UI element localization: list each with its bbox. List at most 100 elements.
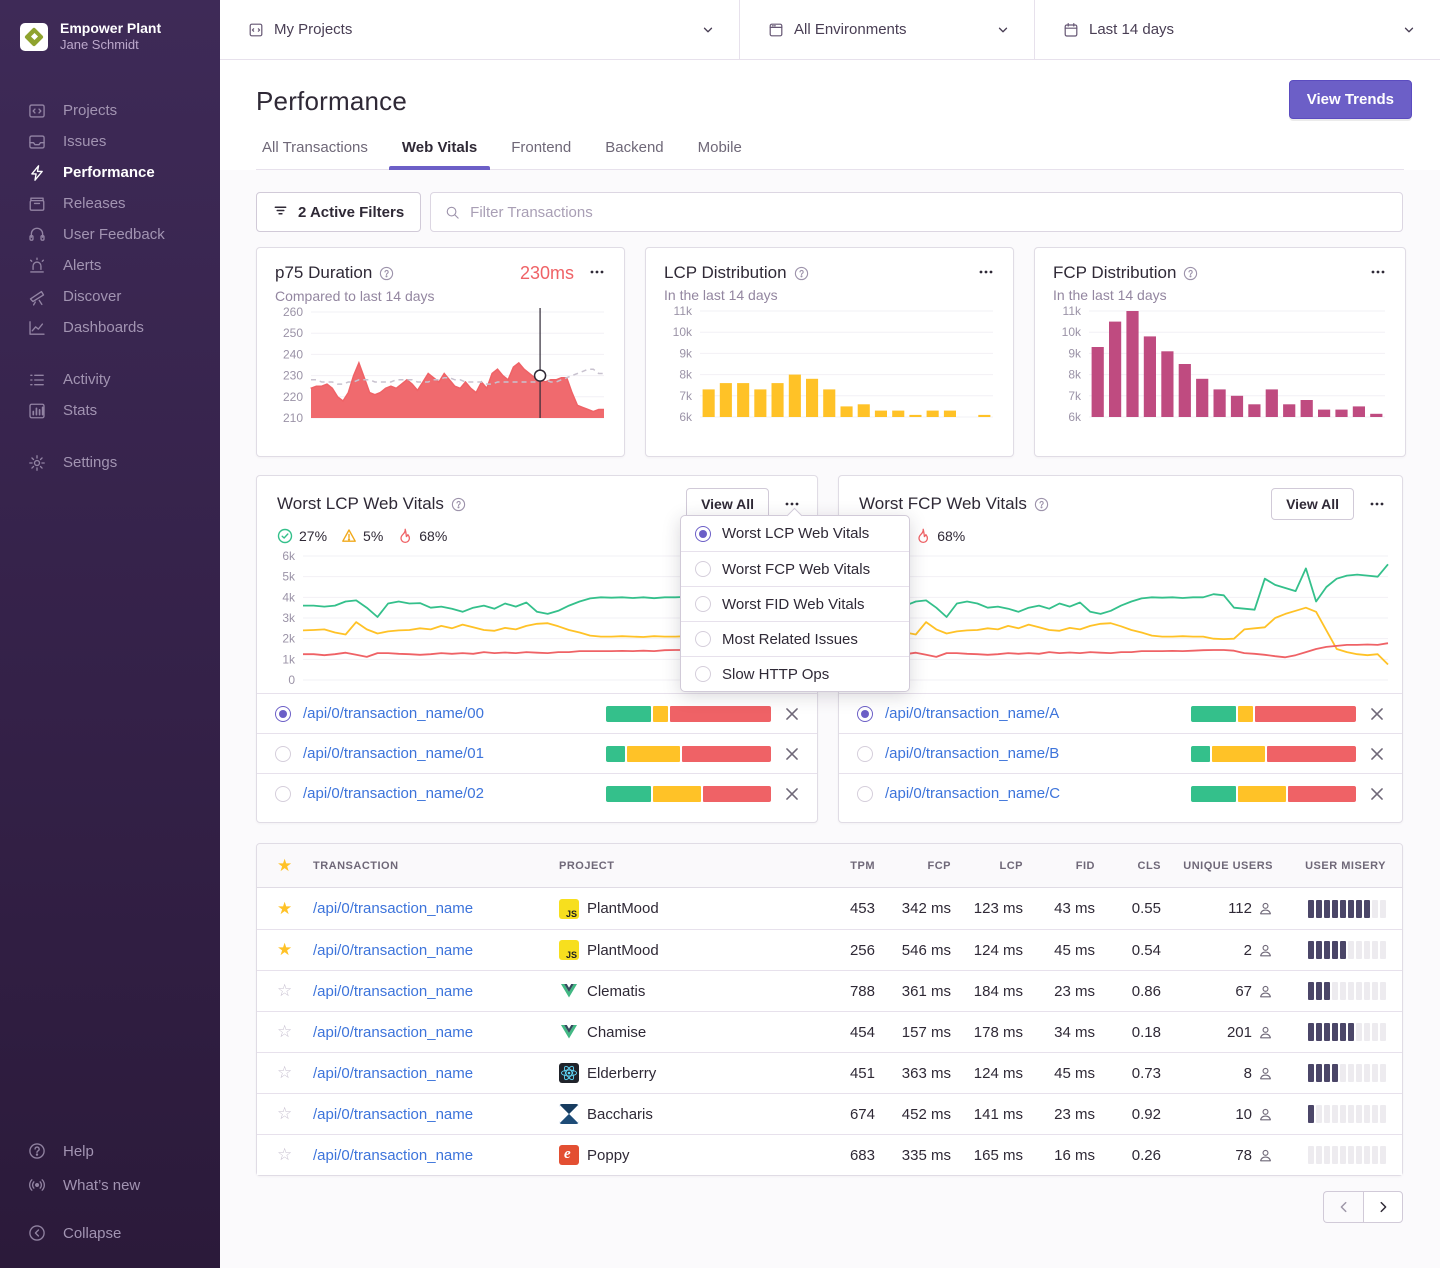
star-toggle[interactable]: ★: [269, 899, 292, 918]
column-header-user-misery[interactable]: USER MISERY: [1273, 860, 1386, 872]
dropdown-option-worst-lcp-web-vitals[interactable]: Worst LCP Web Vitals: [681, 516, 909, 551]
sidebar-item-user-feedback[interactable]: User Feedback: [0, 219, 220, 250]
dropdown-option-slow-http-ops[interactable]: Slow HTTP Ops: [681, 656, 909, 691]
transaction-link[interactable]: /api/0/transaction_name/00: [303, 705, 594, 722]
column-header-tpm[interactable]: TPM: [809, 860, 875, 872]
transaction-link[interactable]: /api/0/transaction_name: [313, 1024, 559, 1041]
next-page-button[interactable]: [1363, 1191, 1403, 1223]
close-icon[interactable]: [783, 705, 801, 723]
dropdown-option-worst-fid-web-vitals[interactable]: Worst FID Web Vitals: [681, 586, 909, 621]
star-toggle[interactable]: ★: [269, 940, 292, 959]
transaction-link[interactable]: /api/0/transaction_name/B: [885, 745, 1179, 762]
project-cell[interactable]: Baccharis: [559, 1104, 809, 1124]
tab-backend[interactable]: Backend: [592, 139, 676, 169]
view-all-button[interactable]: View All: [1271, 488, 1354, 520]
dropdown-option-worst-fcp-web-vitals[interactable]: Worst FCP Web Vitals: [681, 551, 909, 586]
tab-frontend[interactable]: Frontend: [498, 139, 584, 169]
ellipsis-menu-button[interactable]: [977, 263, 995, 281]
star-toggle[interactable]: ☆: [269, 1022, 292, 1041]
tab-mobile[interactable]: Mobile: [685, 139, 755, 169]
close-icon[interactable]: [1368, 785, 1386, 803]
star-toggle[interactable]: ☆: [269, 1104, 292, 1123]
option-radio[interactable]: [695, 561, 711, 577]
star-toggle[interactable]: ☆: [269, 1145, 292, 1164]
ellipsis-menu-button[interactable]: [588, 263, 606, 281]
transaction-link[interactable]: /api/0/transaction_name/02: [303, 785, 594, 802]
sidebar-item-help[interactable]: Help: [0, 1134, 220, 1168]
help-icon[interactable]: [1183, 266, 1198, 281]
sidebar-item-what-s-new[interactable]: What’s new: [0, 1168, 220, 1202]
tab-all-transactions[interactable]: All Transactions: [256, 139, 381, 169]
project-cell[interactable]: Chamise: [559, 1022, 809, 1042]
sidebar-item-projects[interactable]: Projects: [0, 95, 220, 126]
transaction-radio[interactable]: [857, 746, 873, 762]
transaction-link[interactable]: /api/0/transaction_name/A: [885, 705, 1179, 722]
transaction-link[interactable]: /api/0/transaction_name: [313, 900, 559, 917]
active-filters-button[interactable]: 2 Active Filters: [256, 192, 421, 232]
sidebar-item-dashboards[interactable]: Dashboards: [0, 312, 220, 343]
transaction-link[interactable]: /api/0/transaction_name/C: [885, 785, 1179, 802]
transaction-radio[interactable]: [275, 706, 291, 722]
transaction-radio[interactable]: [275, 786, 291, 802]
sidebar-item-settings[interactable]: Settings: [0, 447, 220, 478]
option-radio[interactable]: [695, 596, 711, 612]
project-cell[interactable]: JSPlantMood: [559, 899, 809, 919]
selector-last-14-days[interactable]: Last 14 days: [1035, 0, 1440, 59]
sidebar-item-performance[interactable]: Performance: [0, 157, 220, 188]
ellipsis-menu-button[interactable]: [1369, 263, 1387, 281]
option-radio[interactable]: [695, 666, 711, 682]
help-icon[interactable]: [451, 497, 466, 512]
transaction-link[interactable]: /api/0/transaction_name: [313, 942, 559, 959]
star-toggle[interactable]: ☆: [269, 981, 292, 1000]
sidebar-item-alerts[interactable]: Alerts: [0, 250, 220, 281]
sidebar-item-activity[interactable]: Activity: [0, 364, 220, 395]
fcp-value: 363 ms: [875, 1065, 951, 1082]
tab-web-vitals[interactable]: Web Vitals: [389, 139, 490, 169]
view-trends-button[interactable]: View Trends: [1289, 80, 1412, 119]
transaction-radio[interactable]: [857, 706, 873, 722]
transaction-link[interactable]: /api/0/transaction_name/01: [303, 745, 594, 762]
column-header-fcp[interactable]: FCP: [875, 860, 951, 872]
sidebar-item-stats[interactable]: Stats: [0, 395, 220, 426]
sidebar-item-issues[interactable]: Issues: [0, 126, 220, 157]
project-cell[interactable]: Elderberry: [559, 1063, 809, 1083]
column-header-unique-users[interactable]: UNIQUE USERS: [1161, 860, 1273, 872]
transaction-radio[interactable]: [275, 746, 291, 762]
close-icon[interactable]: [1368, 745, 1386, 763]
close-icon[interactable]: [1368, 705, 1386, 723]
search-box[interactable]: [430, 192, 1403, 232]
column-header-lcp[interactable]: LCP: [951, 860, 1023, 872]
help-icon[interactable]: [379, 266, 394, 281]
star-toggle[interactable]: ☆: [269, 1063, 292, 1082]
option-radio[interactable]: [695, 526, 711, 542]
transaction-radio[interactable]: [857, 786, 873, 802]
previous-page-button[interactable]: [1323, 1191, 1363, 1223]
sidebar-item-discover[interactable]: Discover: [0, 281, 220, 312]
column-header-project[interactable]: PROJECT: [559, 860, 809, 872]
transaction-link[interactable]: /api/0/transaction_name: [313, 1106, 559, 1123]
column-header-transaction[interactable]: TRANSACTION: [313, 860, 559, 872]
org-header[interactable]: Empower Plant Jane Schmidt: [0, 0, 220, 53]
project-cell[interactable]: ePoppy: [559, 1145, 809, 1165]
project-cell[interactable]: JSPlantMood: [559, 940, 809, 960]
transaction-link[interactable]: /api/0/transaction_name: [313, 1065, 559, 1082]
sidebar-item-collapse[interactable]: Collapse: [0, 1216, 220, 1250]
sidebar-item-releases[interactable]: Releases: [0, 188, 220, 219]
selector-all-environments[interactable]: All Environments: [740, 0, 1035, 59]
column-header-fid[interactable]: FID: [1023, 860, 1095, 872]
transaction-link[interactable]: /api/0/transaction_name: [313, 1147, 559, 1164]
dropdown-option-most-related-issues[interactable]: Most Related Issues: [681, 621, 909, 656]
feedback-icon: [28, 226, 46, 244]
close-icon[interactable]: [783, 785, 801, 803]
transaction-link[interactable]: /api/0/transaction_name: [313, 983, 559, 1000]
search-input[interactable]: [470, 204, 1388, 221]
column-header-cls[interactable]: CLS: [1095, 860, 1161, 872]
close-icon[interactable]: [783, 745, 801, 763]
selector-my-projects[interactable]: My Projects: [220, 0, 740, 59]
ellipsis-menu-button[interactable]: [1368, 495, 1386, 513]
help-icon[interactable]: [794, 266, 809, 281]
help-icon[interactable]: [1034, 497, 1049, 512]
user-misery-bar: [1273, 900, 1386, 918]
project-cell[interactable]: Clematis: [559, 981, 809, 1001]
option-radio[interactable]: [695, 631, 711, 647]
